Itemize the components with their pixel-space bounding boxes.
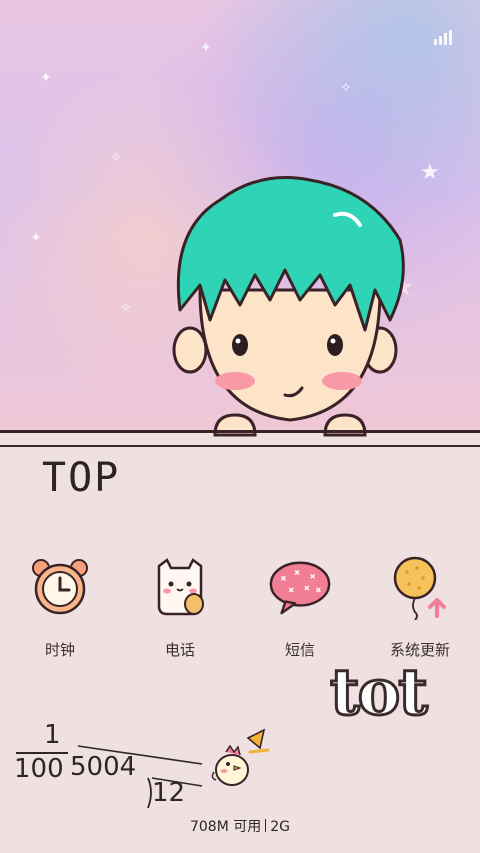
memory-status: 708M 可用 2G (0, 816, 480, 836)
clock-widget[interactable]: 1 100 5004 12 (12, 720, 203, 822)
clock-date-denominator: 100 (14, 754, 64, 784)
desk-edge (0, 430, 480, 433)
chick-memory-clean-icon[interactable] (210, 728, 270, 792)
phone-cat-icon[interactable] (148, 555, 212, 619)
app-messages-label: 短信 (284, 641, 315, 659)
clock-date-numerator: 1 (44, 720, 61, 750)
sparkle-icon: ✧ (120, 300, 132, 316)
sparkle-icon: ✧ (340, 80, 352, 96)
app-system-update[interactable]: 系统更新 (360, 555, 480, 660)
app-phone-label: 电话 (164, 641, 195, 659)
app-phone[interactable]: 电话 (120, 555, 240, 660)
clock-minutes: 12 (152, 778, 186, 808)
alarm-clock-icon[interactable] (28, 555, 92, 619)
star-icon: ★ (420, 160, 440, 185)
balloon-update-icon[interactable] (388, 555, 452, 620)
divider (265, 819, 267, 832)
network-type: 2G (270, 819, 291, 835)
memory-available: 708M 可用 (189, 819, 262, 835)
tot-doodle-text: tot (329, 654, 430, 732)
desk-edge-lower (0, 445, 480, 447)
app-clock-label: 时钟 (44, 641, 75, 659)
app-clock[interactable]: 时钟 (0, 555, 120, 660)
sparkle-icon: ✧ (110, 150, 122, 166)
app-grid: 时钟 电话 短信 系统更新 (0, 555, 480, 660)
speech-bubble-icon[interactable] (268, 555, 332, 619)
sparkle-icon: ✦ (30, 230, 42, 246)
sparkle-icon: ✦ (40, 70, 52, 86)
top-doodle-text: TOP (42, 455, 121, 501)
boy-character-illustration (172, 176, 405, 437)
app-messages[interactable]: 短信 (240, 555, 360, 660)
signal-icon (434, 30, 452, 45)
sparkle-icon: ✦ (200, 40, 212, 56)
